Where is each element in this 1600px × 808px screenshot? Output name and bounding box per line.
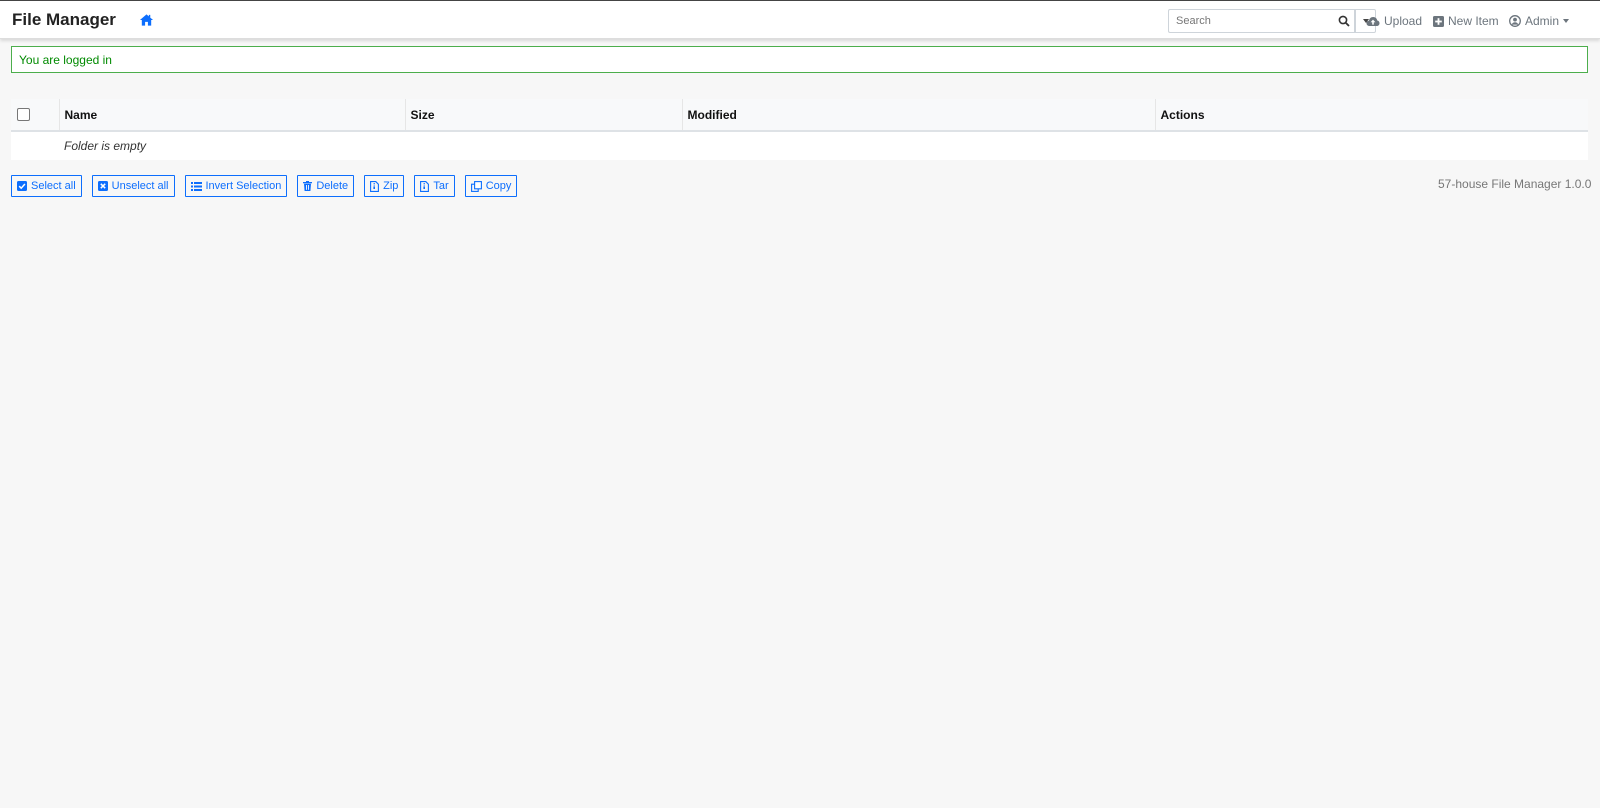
list-icon xyxy=(190,181,202,191)
column-header-name[interactable]: Name xyxy=(59,99,406,132)
tar-button[interactable]: Tar xyxy=(414,175,455,197)
select-all-header xyxy=(11,99,60,132)
top-navbar: File Manager Upload New Item Admin xyxy=(0,0,1600,39)
copy-button[interactable]: Copy xyxy=(464,175,518,197)
caret-down-icon xyxy=(1563,19,1570,23)
login-alert: You are logged in xyxy=(11,46,1588,73)
table-header-row: Name Size Modified Actions xyxy=(11,99,1588,132)
column-header-actions: Actions xyxy=(1155,99,1588,132)
admin-label: Admin xyxy=(1525,14,1560,28)
unselect-all-button[interactable]: Unselect all xyxy=(91,175,175,197)
new-item-link[interactable]: New Item xyxy=(1433,14,1499,28)
file-archive-icon xyxy=(370,180,380,192)
search-input[interactable] xyxy=(1168,9,1334,33)
copy-label: Copy xyxy=(485,180,512,192)
unselect-all-label: Unselect all xyxy=(111,180,169,192)
column-header-modified[interactable]: Modified xyxy=(682,99,1156,132)
delete-label: Delete xyxy=(316,180,349,192)
search-icon[interactable] xyxy=(1334,9,1355,33)
version-text: 57-house File Manager 1.0.0 xyxy=(1438,177,1592,191)
zip-label: Zip xyxy=(383,180,399,192)
invert-selection-label: Invert Selection xyxy=(205,180,282,192)
tar-label: Tar xyxy=(433,180,449,192)
user-circle-icon xyxy=(1509,15,1521,27)
upload-label: Upload xyxy=(1384,14,1423,28)
table-row: Folder is empty xyxy=(11,131,1588,160)
file-archive-icon xyxy=(420,180,430,192)
trash-icon xyxy=(303,181,313,191)
file-table: Name Size Modified Actions Folder is emp… xyxy=(11,99,1588,160)
app-title: File Manager xyxy=(12,10,116,29)
invert-selection-button[interactable]: Invert Selection xyxy=(184,175,288,197)
select-all-checkbox[interactable] xyxy=(17,108,30,121)
plus-square-icon xyxy=(1433,15,1444,27)
zip-button[interactable]: Zip xyxy=(364,175,405,197)
x-square-icon xyxy=(97,181,108,191)
select-all-button[interactable]: Select all xyxy=(11,175,82,197)
column-header-size[interactable]: Size xyxy=(405,99,683,132)
search-group xyxy=(1168,9,1376,33)
bulk-actions: Select all Unselect all Invert Selection… xyxy=(11,175,527,197)
empty-folder-message: Folder is empty xyxy=(64,139,147,153)
empty-check-cell xyxy=(11,131,59,160)
admin-menu[interactable]: Admin xyxy=(1509,14,1570,28)
new-item-label: New Item xyxy=(1448,14,1499,28)
upload-link[interactable]: Upload xyxy=(1366,14,1422,28)
home-icon[interactable] xyxy=(139,13,155,29)
select-all-label: Select all xyxy=(31,180,76,192)
check-square-icon xyxy=(17,181,27,191)
cloud-upload-icon xyxy=(1366,16,1380,26)
delete-button[interactable]: Delete xyxy=(297,175,355,197)
copy-icon xyxy=(470,180,482,192)
